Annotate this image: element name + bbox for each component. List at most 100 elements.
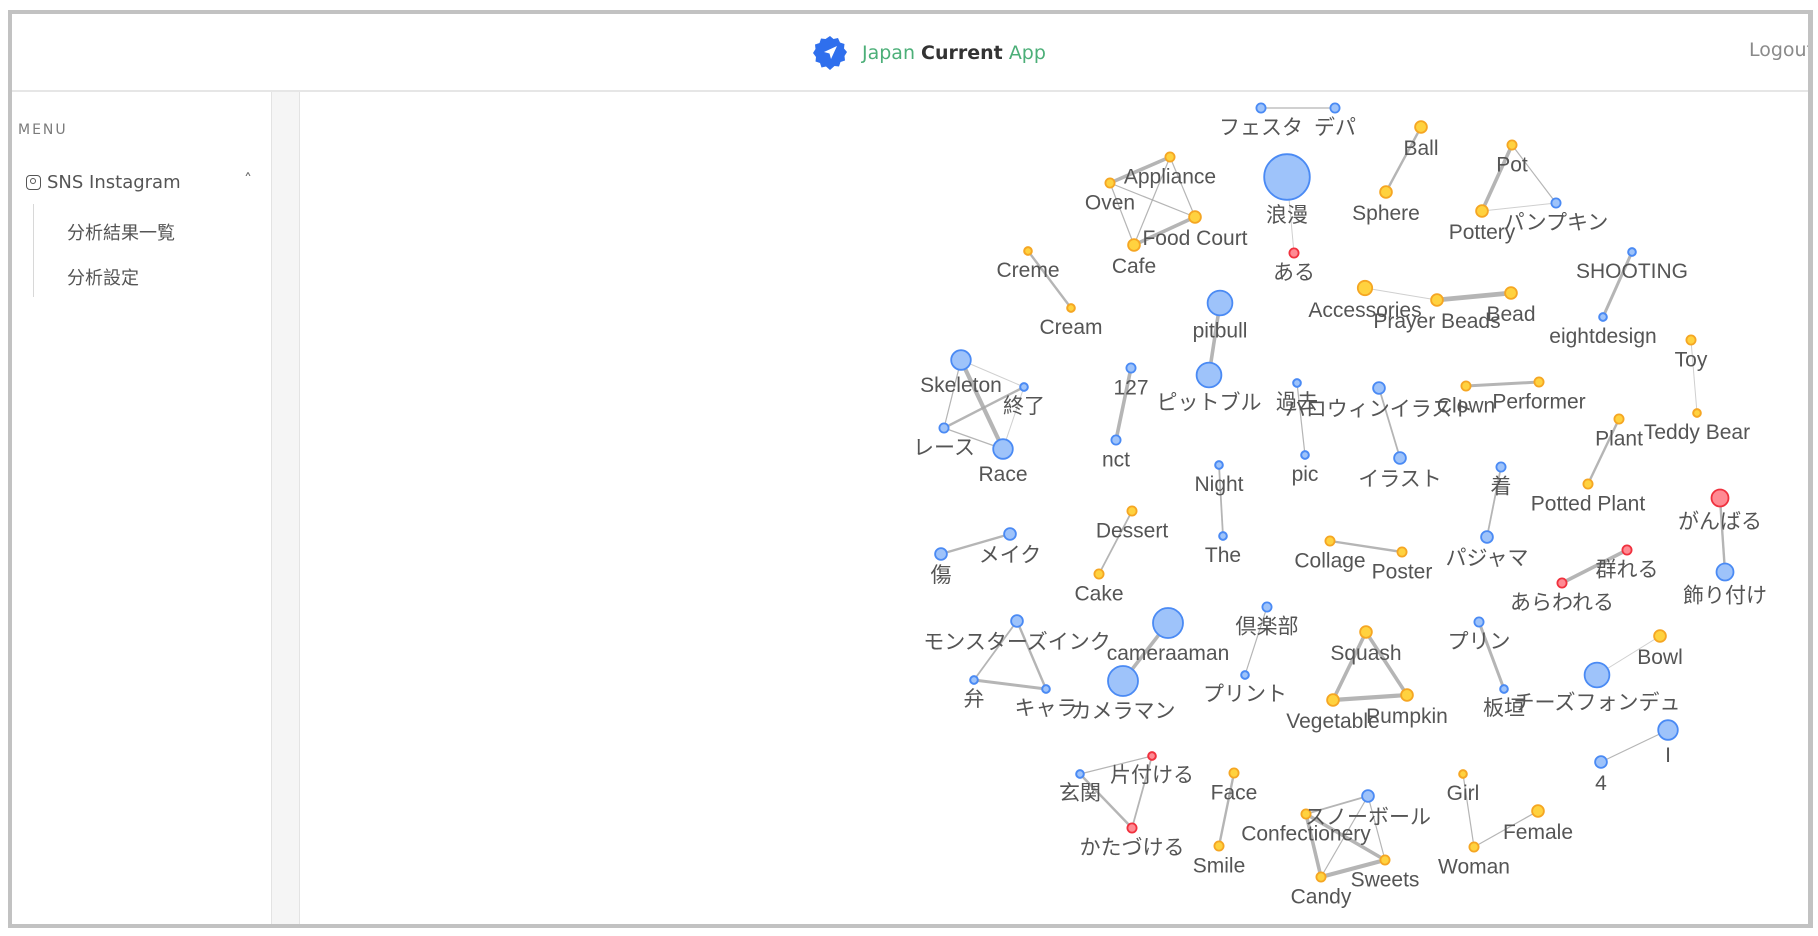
graph-node[interactable] bbox=[1127, 238, 1141, 252]
graph-node[interactable] bbox=[1214, 460, 1224, 470]
graph-node-label: nct bbox=[1102, 449, 1130, 472]
graph-node-label: フェスタ bbox=[1219, 117, 1303, 140]
graph-node[interactable] bbox=[1255, 102, 1267, 114]
graph-node[interactable] bbox=[1300, 450, 1310, 460]
graph-node[interactable] bbox=[1288, 247, 1300, 259]
graph-node[interactable] bbox=[1329, 102, 1341, 114]
graph-node[interactable] bbox=[1621, 544, 1633, 556]
graph-node[interactable] bbox=[1010, 614, 1024, 628]
graph-node[interactable] bbox=[1594, 755, 1608, 769]
sidebar-item-analysis-results[interactable]: 分析結果一覧 bbox=[67, 219, 175, 245]
graph-node[interactable] bbox=[1480, 530, 1494, 544]
graph-node[interactable] bbox=[950, 349, 972, 371]
graph-node[interactable] bbox=[1379, 854, 1391, 866]
graph-node[interactable] bbox=[1359, 625, 1373, 639]
graph-node[interactable] bbox=[1582, 478, 1594, 490]
graph-node[interactable] bbox=[1506, 139, 1518, 151]
graph-node[interactable] bbox=[1414, 120, 1428, 134]
graph-node-label: Prayer Beads bbox=[1373, 310, 1500, 333]
graph-node[interactable] bbox=[1195, 361, 1223, 389]
graph-node[interactable] bbox=[1228, 767, 1240, 779]
graph-node[interactable] bbox=[1400, 688, 1414, 702]
graph-node[interactable] bbox=[1107, 665, 1139, 697]
graph-node[interactable] bbox=[1531, 804, 1545, 818]
graph-node[interactable] bbox=[1188, 210, 1202, 224]
graph-node[interactable] bbox=[1292, 378, 1302, 388]
graph-node[interactable] bbox=[1125, 362, 1137, 374]
graph-node[interactable] bbox=[934, 547, 948, 561]
network-graph[interactable]: フェスタ デパ Appliance Oven Food Court Cafe 浪漫ある Bal… bbox=[288, 10, 1813, 928]
graph-node-label: Bead bbox=[1486, 303, 1535, 326]
graph-node[interactable] bbox=[1126, 505, 1138, 517]
graph-node[interactable] bbox=[1458, 769, 1468, 779]
graph-node[interactable] bbox=[1023, 246, 1033, 256]
graph-node[interactable] bbox=[992, 438, 1014, 460]
sidebar-item-sns-instagram[interactable]: SNS Instagram ˄ bbox=[26, 168, 256, 196]
graph-node[interactable] bbox=[1468, 841, 1480, 853]
graph-node-label: 片付ける bbox=[1110, 764, 1194, 787]
graph-node-label: Appliance bbox=[1124, 166, 1216, 189]
graph-node[interactable] bbox=[1213, 840, 1225, 852]
graph-node[interactable] bbox=[1598, 312, 1608, 322]
graph-node[interactable] bbox=[1218, 531, 1228, 541]
graph-node[interactable] bbox=[1003, 527, 1017, 541]
sidebar-item-analysis-settings[interactable]: 分析設定 bbox=[67, 264, 139, 290]
graph-node[interactable] bbox=[1393, 451, 1407, 465]
graph-node-label: Bowl bbox=[1637, 646, 1683, 669]
graph-node[interactable] bbox=[1147, 751, 1157, 761]
graph-node[interactable] bbox=[1326, 693, 1340, 707]
graph-node[interactable] bbox=[1041, 684, 1051, 694]
graph-node[interactable] bbox=[1475, 204, 1489, 218]
graph-node[interactable] bbox=[1533, 376, 1545, 388]
graph-node[interactable] bbox=[1710, 488, 1730, 508]
graph-node-label: eightdesign bbox=[1549, 325, 1656, 348]
graph-node[interactable] bbox=[1473, 616, 1485, 628]
graph-node[interactable] bbox=[1164, 151, 1176, 163]
graph-node[interactable] bbox=[1324, 535, 1336, 547]
graph-node[interactable] bbox=[1627, 247, 1637, 257]
graph-node[interactable] bbox=[969, 675, 979, 685]
graph-node[interactable] bbox=[1066, 303, 1076, 313]
graph-node-label: Skeleton bbox=[920, 374, 1002, 397]
graph-node[interactable] bbox=[1583, 661, 1611, 689]
graph-node[interactable] bbox=[1356, 279, 1374, 297]
graph-node-label: Food Court bbox=[1142, 227, 1247, 250]
graph-node[interactable] bbox=[1495, 461, 1507, 473]
graph-node[interactable] bbox=[1692, 408, 1702, 418]
graph-node-label: カメラマン bbox=[1071, 700, 1176, 723]
graph-node[interactable] bbox=[1613, 413, 1625, 425]
graph-node[interactable] bbox=[1110, 434, 1122, 446]
graph-node[interactable] bbox=[1379, 185, 1393, 199]
graph-node[interactable] bbox=[1261, 601, 1273, 613]
graph-node-label: Race bbox=[978, 463, 1027, 486]
graph-node[interactable] bbox=[1430, 293, 1444, 307]
chevron-up-icon[interactable]: ˄ bbox=[244, 170, 252, 189]
graph-node[interactable] bbox=[1396, 546, 1408, 558]
graph-node[interactable] bbox=[1372, 381, 1386, 395]
graph-node[interactable] bbox=[1104, 177, 1116, 189]
graph-node[interactable] bbox=[1315, 871, 1327, 883]
graph-node[interactable] bbox=[1240, 670, 1250, 680]
graph-node[interactable] bbox=[1715, 562, 1735, 582]
graph-node[interactable] bbox=[1093, 568, 1105, 580]
graph-node[interactable] bbox=[1556, 577, 1568, 589]
graph-node[interactable] bbox=[1550, 197, 1562, 209]
graph-node[interactable] bbox=[1653, 629, 1667, 643]
graph-node[interactable] bbox=[1499, 684, 1509, 694]
graph-node[interactable] bbox=[1019, 382, 1029, 392]
graph-node[interactable] bbox=[1263, 153, 1311, 201]
graph-node[interactable] bbox=[1152, 607, 1184, 639]
graph-node-label: Teddy Bear bbox=[1644, 421, 1750, 444]
graph-node[interactable] bbox=[1075, 769, 1085, 779]
graph-node[interactable] bbox=[1460, 380, 1472, 392]
graph-node[interactable] bbox=[1206, 289, 1234, 317]
graph-node[interactable] bbox=[1361, 789, 1375, 803]
graph-node[interactable] bbox=[938, 422, 950, 434]
graph-node[interactable] bbox=[1504, 286, 1518, 300]
menu-title: MENU bbox=[18, 122, 68, 138]
graph-node[interactable] bbox=[1126, 822, 1138, 834]
graph-node[interactable] bbox=[1685, 334, 1697, 346]
graph-node[interactable] bbox=[1657, 719, 1679, 741]
graph-node-label: Cake bbox=[1074, 583, 1123, 606]
graph-node-label: Creme bbox=[996, 259, 1059, 282]
